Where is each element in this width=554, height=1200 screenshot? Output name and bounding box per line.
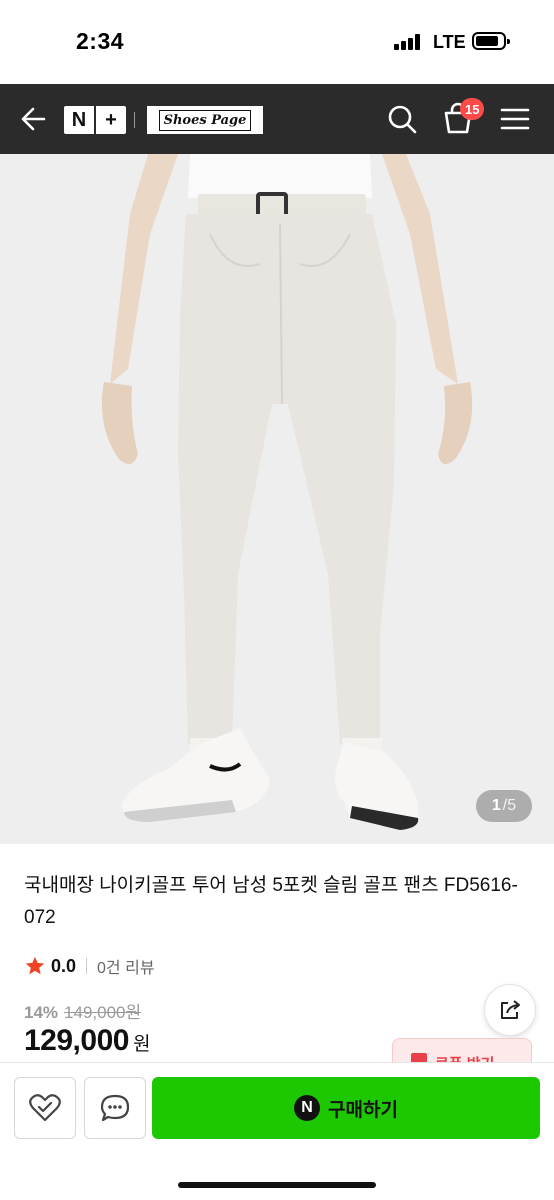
network-type: LTE [433, 32, 466, 52]
back-button[interactable] [14, 101, 54, 137]
sale-price: 129,000 [24, 1024, 129, 1057]
heart-check-icon [29, 1094, 61, 1122]
product-title: 국내매장 나이키골프 투어 남성 5포켓 슬림 골프 팬츠 FD5616-072 [24, 875, 518, 928]
status-time: 2:34 [76, 28, 125, 54]
naver-plus-logo[interactable]: N + [64, 106, 126, 134]
original-price: 149,000원 [64, 1003, 142, 1022]
product-image[interactable]: 1 /5 [0, 154, 554, 844]
hamburger-menu-icon [500, 108, 530, 130]
talk-button[interactable] [84, 1077, 146, 1139]
menu-button[interactable] [498, 103, 532, 135]
chat-bubble-icon [100, 1094, 130, 1122]
signal-strength-icon [394, 34, 422, 50]
discount-rate: 14% [24, 1003, 59, 1022]
wishlist-button[interactable] [14, 1077, 76, 1139]
logo-divider [134, 112, 135, 128]
battery-icon [472, 32, 510, 50]
review-count[interactable]: 0건 리뷰 [97, 954, 155, 978]
rating-value: 0.0 [51, 955, 77, 976]
buy-button[interactable]: N 구매하기 [152, 1077, 540, 1139]
logo-n-letter: N [71, 108, 87, 131]
store-name: Shoes Page [158, 109, 252, 131]
search-button[interactable] [384, 101, 420, 137]
bottom-action-bar: N 구매하기 [0, 1062, 554, 1200]
image-page-total: /5 [502, 797, 517, 814]
image-page-current: 1 [491, 797, 501, 814]
status-bar: 2:34 LTE [0, 0, 554, 84]
buy-button-label: 구매하기 [328, 1099, 398, 1121]
logo-plus-sign: + [105, 108, 117, 131]
arrow-left-icon [21, 107, 46, 131]
search-icon [388, 105, 417, 134]
product-photo [101, 154, 473, 830]
cart-count-badge: 15 [460, 98, 485, 120]
rating-divider [86, 958, 88, 974]
image-page-indicator: 1 /5 [476, 790, 532, 822]
share-icon [501, 1000, 520, 1019]
price-row: 129,000 원 [24, 1024, 150, 1058]
naver-pay-icon: N [294, 1095, 321, 1121]
price-unit: 원 [132, 1034, 151, 1055]
home-indicator [178, 1182, 376, 1188]
discount-row: 14% 149,000원 [24, 998, 141, 1023]
share-button[interactable] [484, 984, 536, 1036]
store-logo[interactable]: Shoes Page [147, 106, 263, 134]
top-header: N + Shoes Page 15 [0, 84, 554, 154]
rating-row[interactable]: 0.0 0건 리뷰 [24, 954, 155, 978]
star-icon [25, 956, 45, 975]
